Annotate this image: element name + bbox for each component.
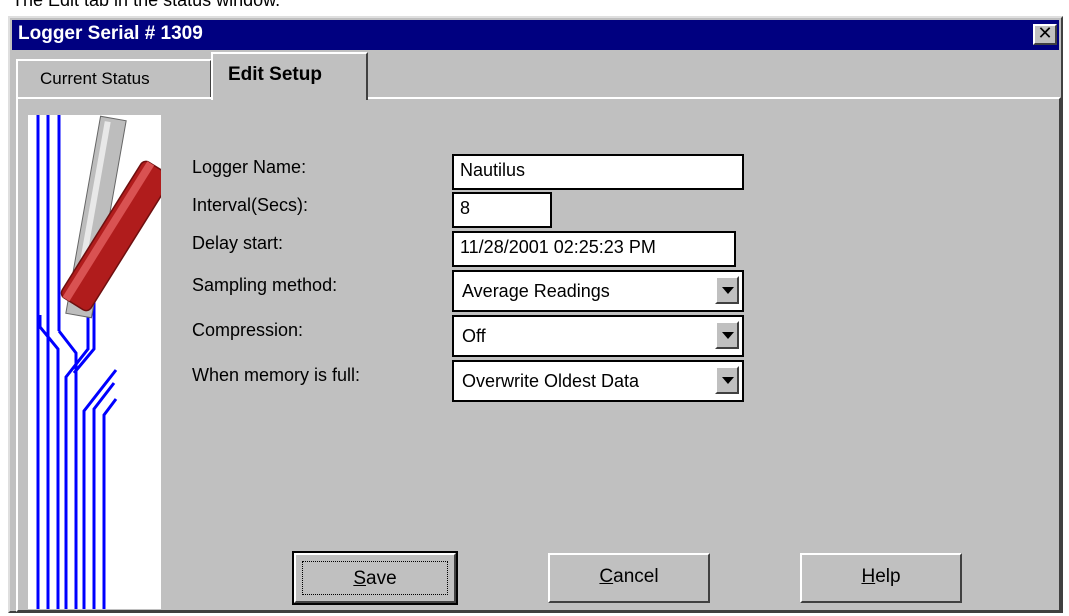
help-button[interactable]: Help — [800, 553, 962, 603]
memory-full-select[interactable]: Overwrite Oldest Data — [452, 360, 744, 402]
save-label: ave — [366, 568, 397, 589]
tab-edit-setup[interactable]: Edit Setup — [211, 52, 368, 100]
compression-select[interactable]: Off — [452, 315, 744, 357]
title-bar[interactable]: Logger Serial # 1309 ✕ — [12, 20, 1059, 50]
cancel-button[interactable]: Cancel — [548, 553, 710, 603]
save-mnemonic: S — [353, 568, 367, 589]
logger-window: Logger Serial # 1309 ✕ Current Status Ed… — [8, 16, 1063, 613]
window-title: Logger Serial # 1309 — [18, 23, 203, 44]
sampling-method-label: Sampling method: — [192, 275, 338, 295]
chevron-down-icon[interactable] — [715, 276, 739, 304]
logger-illustration — [36, 115, 172, 609]
help-mnemonic: H — [861, 566, 876, 587]
chevron-down-icon[interactable] — [715, 321, 739, 349]
delay-start-label: Delay start: — [192, 233, 284, 253]
interval-field[interactable]: 8 — [452, 192, 552, 228]
tab-current-status[interactable]: Current Status — [16, 59, 212, 97]
edit-setup-panel: Logger Name: Nautilus Interval(Secs): 8 … — [16, 97, 1061, 612]
tab-edit-setup-label: Edit Setup — [228, 64, 322, 85]
close-icon[interactable]: ✕ — [1033, 24, 1057, 45]
memory-full-value: Overwrite Oldest Data — [462, 371, 640, 391]
compression-value: Off — [462, 326, 486, 346]
compression-label: Compression: — [192, 320, 304, 340]
save-button-focus: Save — [302, 561, 448, 595]
sampling-method-select[interactable]: Average Readings — [452, 270, 744, 312]
tab-current-status-label: Current Status — [40, 69, 150, 88]
logger-name-label: Logger Name: — [192, 157, 307, 177]
help-label: elp — [875, 566, 901, 587]
cancel-mnemonic: C — [599, 566, 614, 587]
delay-start-field[interactable]: 11/28/2001 02:25:23 PM — [452, 231, 736, 267]
save-button[interactable]: Save — [292, 551, 458, 605]
logger-name-field[interactable]: Nautilus — [452, 154, 744, 190]
interval-label: Interval(Secs): — [192, 195, 309, 215]
figure-caption: The Edit tab in the status window. — [12, 0, 281, 10]
sampling-method-value: Average Readings — [462, 281, 610, 301]
data-logger-icon — [28, 115, 172, 609]
chevron-down-icon[interactable] — [715, 366, 739, 394]
memory-full-label: When memory is full: — [192, 365, 361, 385]
cancel-label: ancel — [613, 566, 659, 587]
